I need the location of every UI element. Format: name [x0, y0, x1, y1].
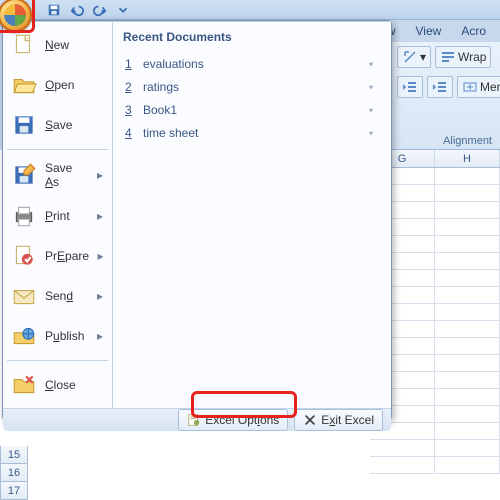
saveas-icon	[11, 162, 37, 188]
recent-document-item[interactable]: 1 evaluations	[123, 52, 381, 75]
pin-icon[interactable]	[365, 56, 379, 71]
pin-icon[interactable]	[365, 79, 379, 94]
new-icon	[11, 32, 37, 58]
menu-item-label: Close	[45, 378, 104, 392]
wrap-label: Wrap	[458, 50, 486, 64]
menu-item-close[interactable]: Close	[5, 366, 110, 404]
prepare-icon	[11, 243, 37, 269]
print-icon	[11, 203, 37, 229]
menu-item-save[interactable]: Save	[5, 106, 110, 144]
quick-access-toolbar	[44, 1, 133, 19]
submenu-arrow-icon: ▸	[96, 329, 104, 343]
recent-documents-title: Recent Documents	[123, 30, 381, 44]
menu-separator	[7, 360, 108, 361]
menu-item-label: Send	[45, 289, 88, 303]
recent-name: Book1	[143, 103, 357, 117]
row-header[interactable]: 16	[0, 464, 28, 482]
orientation-button[interactable]: ▾	[397, 46, 431, 68]
menu-item-label: New	[45, 38, 104, 52]
group-label-alignment: Alignment	[443, 135, 492, 147]
submenu-arrow-icon: ▸	[96, 289, 104, 303]
menu-item-label: Publish	[45, 329, 88, 343]
decrease-indent-button[interactable]	[397, 76, 423, 98]
submenu-arrow-icon: ▸	[96, 209, 104, 223]
menu-item-saveas[interactable]: Save As ▸	[5, 155, 110, 195]
menu-item-print[interactable]: Print ▸	[5, 197, 110, 235]
menu-item-label: PrEpare	[45, 249, 89, 263]
qat-redo-icon[interactable]	[90, 1, 110, 19]
menu-item-label: Print	[45, 209, 88, 223]
recent-name: evaluations	[143, 57, 357, 71]
recent-index: 4	[125, 126, 135, 140]
recent-index: 2	[125, 80, 135, 94]
recent-document-item[interactable]: 2 ratings	[123, 75, 381, 98]
col-header[interactable]: H	[435, 150, 500, 167]
merge-label: Merg	[480, 80, 500, 94]
pin-icon[interactable]	[365, 102, 379, 117]
recent-document-item[interactable]: 4 time sheet	[123, 121, 381, 144]
tab-acrobat[interactable]: Acro	[453, 22, 494, 40]
recent-documents-panel: Recent Documents 1 evaluations 2 ratings 3 Bo…	[113, 22, 391, 408]
pin-icon[interactable]	[365, 125, 379, 140]
menu-command-list: NewOpenSaveSave As▸Print▸PrEpare▸Send▸Pu…	[3, 22, 113, 408]
submenu-arrow-icon: ▸	[97, 249, 104, 263]
menu-item-send[interactable]: Send ▸	[5, 277, 110, 315]
save-icon	[11, 112, 37, 138]
title-bar	[0, 0, 500, 20]
qat-save-icon[interactable]	[44, 1, 64, 19]
wrap-text-button[interactable]: Wrap	[435, 46, 491, 68]
recent-index: 1	[125, 57, 135, 71]
qat-undo-icon[interactable]	[67, 1, 87, 19]
row-header[interactable]: 15	[0, 446, 28, 464]
increase-indent-button[interactable]	[427, 76, 453, 98]
highlight-excel-options	[191, 391, 297, 418]
menu-item-publish[interactable]: Publish ▸	[5, 317, 110, 355]
menu-item-prepare[interactable]: PrEpare ▸	[5, 237, 110, 275]
open-icon	[11, 72, 37, 98]
tab-view[interactable]: View	[408, 22, 450, 40]
recent-name: ratings	[143, 80, 357, 94]
send-icon	[11, 283, 37, 309]
row-headers: 15 16 17	[0, 446, 28, 500]
menu-item-label: Save	[45, 118, 104, 132]
exit-excel-button[interactable]: Exit Excel	[294, 409, 383, 431]
ribbon-alignment-group: ▾ Wrap Merg Alignment	[390, 42, 500, 150]
menu-item-open[interactable]: Open	[5, 66, 110, 104]
close-icon	[11, 372, 37, 398]
highlight-office-button	[0, 0, 35, 33]
merge-button[interactable]: Merg	[457, 76, 500, 98]
recent-document-item[interactable]: 3 Book1	[123, 98, 381, 121]
office-menu: NewOpenSaveSave As▸Print▸PrEpare▸Send▸Pu…	[2, 20, 392, 420]
recent-name: time sheet	[143, 126, 357, 140]
row-header[interactable]: 17	[0, 482, 28, 500]
menu-item-label: Save As	[45, 161, 88, 189]
exit-excel-label: Exit Excel	[321, 413, 374, 427]
recent-index: 3	[125, 103, 135, 117]
close-icon	[303, 413, 317, 427]
menu-separator	[7, 149, 108, 150]
publish-icon	[11, 323, 37, 349]
submenu-arrow-icon: ▸	[96, 168, 104, 182]
menu-item-label: Open	[45, 78, 104, 92]
qat-dropdown-icon[interactable]	[113, 1, 133, 19]
